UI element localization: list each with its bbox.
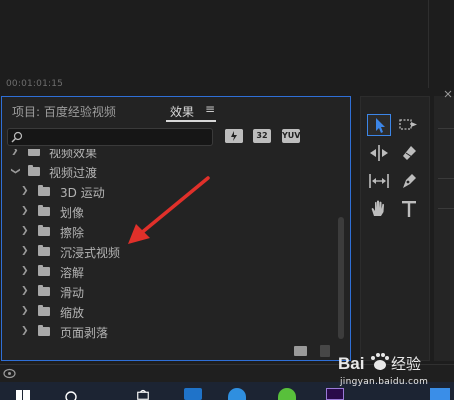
svg-text:经验: 经验 <box>391 355 421 373</box>
track-select-tool[interactable] <box>397 114 421 136</box>
tree-row-label: 视频效果 <box>49 149 98 160</box>
folder-icon <box>38 305 50 316</box>
tree-row-label: 页面剥落 <box>60 326 109 340</box>
hand-icon <box>371 200 384 216</box>
tree-row-zoom[interactable]: ❯ 缩放 <box>2 301 336 321</box>
hand-tool[interactable] <box>367 198 391 220</box>
timeline-panel-edge <box>434 90 454 361</box>
track-divider <box>438 128 454 129</box>
type-icon <box>402 201 416 217</box>
folder-icon <box>38 265 50 276</box>
annotation-arrow <box>128 176 210 244</box>
tab-project[interactable]: 项目: 百度经验视频 <box>12 103 116 120</box>
accelerated-effects-icon <box>225 129 243 143</box>
close-icon[interactable] <box>444 90 452 98</box>
folder-icon <box>28 165 40 176</box>
pen-tool[interactable] <box>397 170 421 192</box>
timecode[interactable]: 00:01:01:15 <box>6 79 63 89</box>
active-tab-indicator <box>166 120 216 122</box>
delete-icon[interactable] <box>320 345 330 357</box>
tree-row-video-effects[interactable]: ❯ 视频效果 <box>2 149 336 161</box>
store-icon[interactable] <box>136 388 150 400</box>
tab-effects[interactable]: 效果 <box>170 103 194 120</box>
chevron-down-icon[interactable]: ❯ <box>10 167 20 175</box>
folder-icon <box>38 245 50 256</box>
track-divider <box>438 208 454 209</box>
chevron-right-icon[interactable]: ❯ <box>21 206 29 216</box>
chevron-right-icon[interactable]: ❯ <box>21 266 29 276</box>
folder-icon <box>38 325 50 336</box>
edge-icon[interactable] <box>228 388 246 400</box>
browser-icon[interactable] <box>278 388 296 400</box>
chevron-right-icon[interactable]: ❯ <box>21 226 29 236</box>
chevron-right-icon[interactable]: ❯ <box>21 186 29 196</box>
program-monitor <box>0 0 454 96</box>
tree-scrollbar[interactable] <box>338 217 344 339</box>
tree-row-label: 擦除 <box>60 226 85 240</box>
new-bin-icon[interactable] <box>294 346 307 356</box>
track-select-icon <box>399 119 417 130</box>
arrow-cursor-icon <box>376 118 385 133</box>
track-divider <box>438 178 454 179</box>
chevron-right-icon[interactable]: ❯ <box>21 306 29 316</box>
folder-icon <box>38 225 50 236</box>
tree-row-label: 溶解 <box>60 266 85 280</box>
panel-header: 项目: 百度经验视频 效果 ≡ <box>2 97 350 123</box>
yuv-effects-button[interactable]: YUV <box>282 129 300 143</box>
32bit-effects-button[interactable]: 32 <box>253 129 271 143</box>
search-icon[interactable] <box>64 388 78 400</box>
search-icon <box>11 131 23 143</box>
tree-row-label: 划像 <box>60 206 85 220</box>
watermark-site-text: jingyan.baidu.com <box>340 377 429 387</box>
slip-tool[interactable] <box>367 170 391 192</box>
effects-search-input[interactable] <box>7 128 213 146</box>
tree-row-slide[interactable]: ❯ 滑动 <box>2 281 336 301</box>
slip-icon <box>369 174 389 188</box>
folder-icon <box>38 205 50 216</box>
tree-row-label: 缩放 <box>60 306 85 320</box>
render-status-icon[interactable] <box>3 368 16 379</box>
tree-row-label: 沉浸式视频 <box>60 246 121 260</box>
app-icon[interactable] <box>430 388 450 400</box>
premiere-pro-icon[interactable] <box>326 388 344 400</box>
tree-row-label: 3D 运动 <box>60 186 105 200</box>
tree-row-dissolve[interactable]: ❯ 溶解 <box>2 261 336 281</box>
tree-row-page-peel[interactable]: ❯ 页面剥落 <box>2 321 336 341</box>
accelerated-effects-button[interactable] <box>225 129 243 143</box>
chevron-right-icon[interactable]: ❯ <box>11 149 19 156</box>
razor-tool[interactable] <box>397 142 421 164</box>
type-tool[interactable] <box>397 198 421 220</box>
pen-icon <box>403 174 416 188</box>
panel-menu-icon[interactable]: ≡ <box>205 102 215 116</box>
tree-row-label: 视频过渡 <box>49 166 98 180</box>
folder-icon <box>38 185 50 196</box>
ripple-edit-tool[interactable] <box>367 142 391 164</box>
chevron-right-icon[interactable]: ❯ <box>21 326 29 336</box>
selection-tool[interactable] <box>367 114 391 136</box>
explorer-icon[interactable] <box>184 388 202 400</box>
tools-panel <box>360 96 430 361</box>
monitor-divider <box>428 0 429 88</box>
tree-row-label: 滑动 <box>60 286 85 300</box>
razor-icon <box>403 146 416 160</box>
folder-icon <box>38 285 50 296</box>
chevron-right-icon[interactable]: ❯ <box>21 286 29 296</box>
svg-text:Bai: Bai <box>338 354 364 373</box>
folder-icon <box>28 149 40 156</box>
windows-start-icon[interactable] <box>16 388 30 400</box>
ripple-edit-icon <box>370 145 388 161</box>
chevron-right-icon[interactable]: ❯ <box>21 246 29 256</box>
